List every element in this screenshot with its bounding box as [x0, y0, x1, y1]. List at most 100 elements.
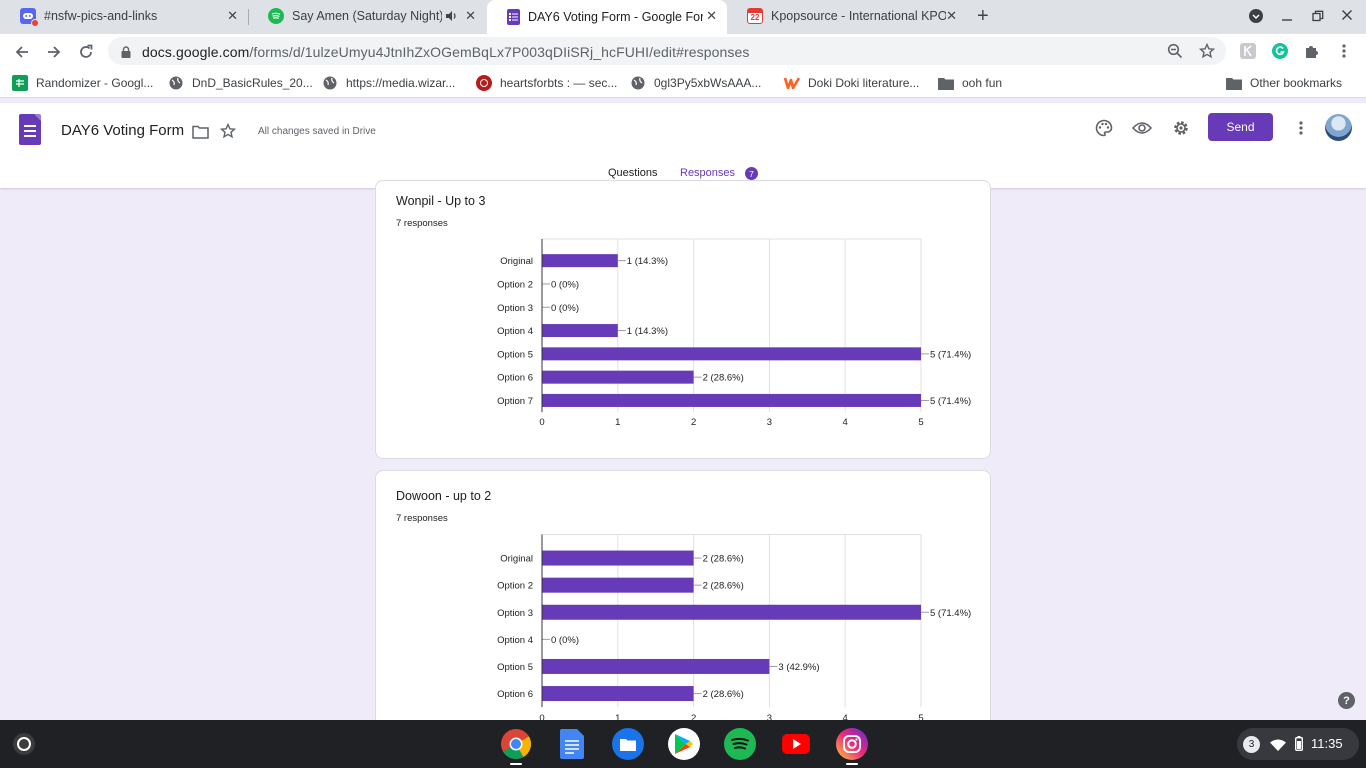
speaker-icon[interactable]	[444, 9, 458, 26]
bookmark-media-wizards[interactable]: https://media.wizar...	[322, 75, 455, 91]
bookmark-image-link[interactable]: 0gl3Py5xbWsAAA...	[630, 75, 761, 91]
running-indicator	[846, 763, 858, 765]
browser-menu-icon[interactable]	[1335, 42, 1353, 60]
other-bookmarks-label: Other bookmarks	[1250, 76, 1343, 90]
bar	[542, 347, 921, 361]
tab-title: Kpopsource - International KPOP	[771, 9, 946, 23]
tab-questions[interactable]: Questions	[608, 167, 658, 179]
close-tab-icon[interactable]: ✕	[227, 9, 238, 23]
close-tab-icon[interactable]: ✕	[946, 9, 957, 23]
browser-tab-kpopsource[interactable]: 22 Kpopsource - International KPOP ✕	[727, 0, 967, 32]
extension-k-icon[interactable]	[1239, 42, 1257, 60]
forward-button[interactable]	[42, 40, 66, 64]
calendar-day: 22	[750, 13, 760, 22]
launcher-icon[interactable]	[13, 733, 35, 755]
move-to-folder-icon[interactable]	[189, 121, 211, 143]
browser-tab-strip: #nsfw-pics-and-links ✕ Say Amen (Saturda…	[0, 0, 1366, 34]
bar-chart: Original 2 (28.6%) Option 2 2 (28.6%) Option…	[497, 534, 971, 724]
browser-tab-spotify[interactable]: Say Amen (Saturday Night) ✕	[248, 0, 486, 32]
close-tab-icon[interactable]: ✕	[465, 9, 476, 23]
minimize-icon[interactable]	[1281, 9, 1293, 25]
spotify-icon[interactable]	[724, 728, 756, 760]
more-options-icon[interactable]	[1290, 117, 1312, 139]
account-avatar[interactable]	[1325, 114, 1352, 141]
google-forms-logo-icon[interactable]	[19, 114, 41, 145]
bookmark-folder-ooh-fun[interactable]: ooh fun	[938, 75, 1002, 91]
back-button[interactable]	[10, 40, 34, 64]
tab-search-icon[interactable]	[1248, 8, 1264, 27]
url-host: docs.google.com	[142, 44, 250, 60]
close-window-icon[interactable]	[1341, 8, 1353, 24]
preview-eye-icon[interactable]	[1131, 117, 1153, 139]
category-label: Original	[500, 256, 533, 267]
globe-icon	[322, 75, 338, 91]
discord-icon	[20, 8, 39, 27]
bar	[542, 254, 618, 268]
lock-icon[interactable]	[121, 45, 131, 63]
bookmark-label: DnD_BasicRules_20...	[192, 76, 313, 90]
grammarly-icon[interactable]	[1271, 42, 1289, 60]
data-label: 0 (0%)	[551, 635, 579, 646]
wifi-icon	[1270, 738, 1286, 756]
browser-tab-forms[interactable]: DAY6 Voting Form - Google Forms ✕	[487, 0, 727, 34]
google-sheets-icon	[12, 75, 28, 91]
data-label: 0 (0%)	[551, 303, 579, 314]
category-label: Option 5	[497, 662, 533, 673]
other-bookmarks[interactable]: Other bookmarks	[1226, 75, 1342, 91]
bookmark-randomizer[interactable]: Randomizer - Googl...	[12, 75, 153, 91]
new-tab-button[interactable]: +	[977, 5, 989, 28]
google-docs-icon[interactable]	[556, 728, 588, 760]
x-tick-label: 4	[843, 417, 848, 428]
zoom-icon[interactable]	[1167, 43, 1183, 64]
chrome-icon[interactable]	[500, 728, 532, 760]
category-label: Option 6	[497, 373, 533, 384]
restore-icon[interactable]	[1312, 9, 1324, 25]
category-label: Original	[500, 554, 533, 565]
data-label: 3 (42.9%)	[778, 662, 819, 673]
data-label: 0 (0%)	[551, 279, 579, 290]
bookmark-heartsforbts[interactable]: heartsforbts : — sec...	[476, 75, 617, 91]
tab-responses[interactable]: Responses	[680, 167, 735, 179]
instagram-icon[interactable]	[836, 728, 868, 760]
responses-count-badge: 7	[745, 167, 758, 180]
extensions-puzzle-icon[interactable]	[1303, 42, 1321, 60]
bookmark-dnd[interactable]: DnD_BasicRules_20...	[168, 75, 313, 91]
send-button[interactable]: Send	[1208, 113, 1273, 141]
site-icon	[476, 75, 492, 91]
address-bar[interactable]: docs.google.com/forms/d/1ulzeUmyu4JtnIhZ…	[108, 37, 1226, 65]
files-icon[interactable]	[612, 728, 644, 760]
bookmark-doki-doki[interactable]: Doki Doki literature...	[784, 75, 919, 91]
help-icon[interactable]: ?	[1338, 692, 1355, 709]
form-title[interactable]: DAY6 Voting Form	[61, 122, 184, 139]
youtube-icon[interactable]	[780, 728, 812, 760]
x-tick-label: 1	[615, 417, 620, 428]
category-label: Option 2	[497, 581, 533, 592]
bar	[542, 324, 618, 338]
bookmark-label: heartsforbts : — sec...	[500, 76, 618, 90]
reload-button[interactable]	[74, 40, 98, 64]
palette-icon[interactable]	[1093, 117, 1115, 139]
bookmarks-bar: Randomizer - Googl... DnD_BasicRules_20.…	[0, 70, 1366, 98]
category-label: Option 7	[497, 396, 533, 407]
settings-gear-icon[interactable]	[1170, 117, 1192, 139]
browser-tab-discord[interactable]: #nsfw-pics-and-links ✕	[0, 0, 248, 32]
star-icon[interactable]	[1198, 42, 1216, 64]
close-tab-icon[interactable]: ✕	[706, 9, 717, 23]
question-summary-card: Dowoon - up to 2 7 responses Original 2 (…	[375, 470, 991, 740]
data-label: 2 (28.6%)	[703, 689, 744, 700]
bookmark-label: 0gl3Py5xbWsAAA...	[654, 76, 762, 90]
folder-icon	[1226, 75, 1242, 91]
play-store-icon[interactable]	[668, 728, 700, 760]
tab-title: Say Amen (Saturday Night)	[292, 9, 442, 23]
star-icon[interactable]	[217, 120, 239, 142]
bar	[542, 604, 921, 620]
bar	[542, 370, 694, 384]
category-label: Option 4	[497, 326, 533, 337]
data-label: 5 (71.4%)	[930, 349, 971, 360]
save-status: All changes saved in Drive	[258, 126, 376, 137]
data-label: 5 (71.4%)	[930, 608, 971, 619]
bar	[542, 577, 694, 593]
status-tray[interactable]: 3 11:35	[1237, 728, 1359, 760]
globe-icon	[630, 75, 646, 91]
x-tick-label: 3	[767, 417, 772, 428]
